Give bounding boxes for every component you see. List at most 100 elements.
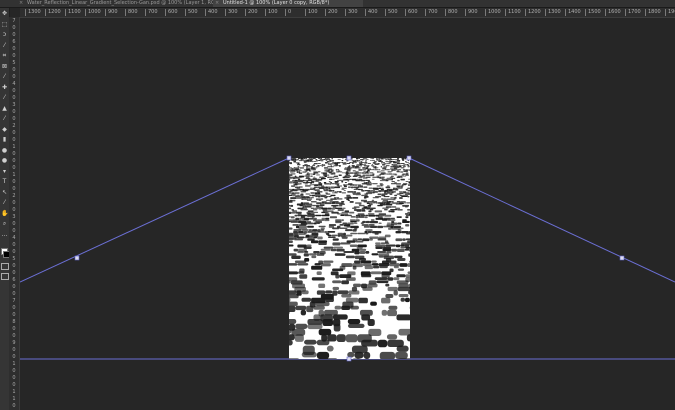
blur-tool-icon[interactable]: ● [1, 147, 8, 154]
texture-layer[interactable] [289, 158, 410, 359]
texture-cell [321, 172, 323, 174]
texture-cell [357, 185, 363, 187]
texture-cell [356, 192, 361, 194]
type-tool-icon[interactable]: T [1, 178, 8, 185]
texture-cell [372, 166, 375, 168]
texture-cell [396, 163, 401, 165]
texture-cell [294, 214, 298, 217]
texture-cell [406, 202, 410, 204]
clone-stamp-tool-icon[interactable]: ▲ [1, 105, 8, 112]
texture-cell [375, 217, 384, 220]
texture-cell [374, 169, 379, 171]
texture-cell [365, 176, 371, 178]
texture-cell [354, 184, 358, 186]
texture-cell [341, 160, 344, 162]
lasso-tool-icon[interactable]: ↄ [1, 31, 8, 38]
texture-cell [369, 208, 374, 211]
texture-cell [339, 171, 343, 173]
texture-cell [352, 161, 357, 162]
ruler-tick-label: 0 [12, 179, 16, 185]
texture-cell [378, 161, 382, 163]
texture-cell [298, 160, 303, 162]
texture-cell [363, 186, 368, 188]
texture-cell [377, 250, 387, 254]
texture-cell [407, 263, 410, 267]
texture-cell [346, 277, 356, 281]
eraser-tool-icon[interactable]: ◆ [1, 126, 8, 133]
texture-cell [400, 167, 405, 169]
texture-cell [396, 161, 401, 163]
vertical-ruler[interactable]: 7006005004003002001000100200300400500600… [9, 17, 20, 410]
texture-cell [289, 163, 293, 165]
texture-cell [358, 162, 361, 164]
eyedropper-tool-icon[interactable]: ⁄ [1, 73, 8, 80]
close-tab-icon[interactable]: × [19, 0, 23, 7]
quick-mask-icon[interactable] [1, 263, 9, 270]
texture-cell [386, 202, 390, 204]
texture-cell [405, 214, 410, 217]
texture-cell [361, 274, 372, 278]
texture-cell [404, 213, 409, 215]
texture-cell [381, 193, 388, 195]
history-brush-tool-icon[interactable]: ⁄ [1, 115, 8, 122]
texture-cell [364, 216, 368, 219]
path-selection-tool-icon[interactable]: ↖ [1, 189, 8, 196]
texture-cell [409, 260, 410, 263]
texture-cell [386, 169, 390, 171]
texture-cell [377, 158, 379, 159]
gradient-tool-icon[interactable]: ▮ [1, 136, 8, 143]
quick-selection-tool-icon[interactable]: ⁄ [1, 42, 8, 49]
texture-cell [391, 180, 395, 183]
ruler-tick-label: 100 [265, 9, 278, 16]
texture-cell [407, 208, 410, 211]
texture-cell [309, 217, 314, 220]
brush-tool-icon[interactable]: ⁄ [1, 94, 8, 101]
texture-cell [390, 192, 394, 194]
pen-tool-icon[interactable]: ▾ [1, 168, 8, 175]
document-tab-water-reflection[interactable]: × Water_Reflection_Linear_Gradient_Selec… [17, 0, 228, 7]
zoom-tool-icon[interactable]: ⌕ [1, 220, 8, 227]
texture-cell [333, 323, 341, 332]
texture-cell [390, 159, 393, 161]
texture-cell [342, 203, 345, 206]
texture-cell [365, 220, 370, 224]
texture-cell [329, 172, 333, 174]
texture-cell [329, 200, 333, 203]
frame-tool-icon[interactable]: ⊠ [1, 63, 8, 70]
line-tool-icon[interactable]: ⁄ [1, 199, 8, 206]
texture-cell [302, 204, 307, 207]
texture-cell [355, 240, 364, 243]
texture-cell [380, 242, 390, 245]
texture-cell [332, 169, 334, 171]
ruler-tick-label: 0 [12, 53, 16, 59]
move-tool-icon[interactable]: ✥ [1, 10, 8, 17]
hand-tool-icon[interactable]: ✋ [1, 210, 8, 217]
ruler-tick-label: 1100 [65, 9, 81, 16]
ruler-tick-label: 0 [12, 382, 16, 388]
texture-cell [300, 214, 308, 217]
more-tools-icon[interactable]: … [1, 231, 8, 238]
marquee-tool-icon[interactable]: ⬚ [1, 21, 8, 28]
texture-cell [355, 158, 359, 160]
texture-cell [337, 159, 341, 160]
horizontal-ruler[interactable]: 1300 1200 1100 1000 900 800 700 600 500 400 300 200… [20, 8, 675, 18]
texture-cell [348, 323, 365, 329]
healing-brush-tool-icon[interactable]: ✚ [1, 84, 8, 91]
texture-cell [364, 172, 367, 174]
crop-tool-icon[interactable]: ⌗ [1, 52, 8, 59]
texture-cell [380, 188, 384, 191]
texture-cell [290, 220, 299, 223]
close-tab-icon[interactable]: × [215, 0, 219, 7]
screen-mode-icon[interactable] [1, 273, 9, 280]
texture-cell [312, 158, 316, 160]
document-tab-untitled-1[interactable]: × Untitled-1 @ 100% (Layer 0 copy, RGB/8… [213, 0, 363, 7]
texture-cell [350, 216, 356, 218]
texture-cell [383, 202, 387, 204]
texture-cell [304, 160, 307, 162]
texture-cell [347, 318, 361, 325]
texture-cell [350, 186, 354, 189]
texture-cell [377, 225, 384, 229]
dodge-tool-icon[interactable]: ● [1, 157, 8, 164]
texture-cell [312, 173, 316, 175]
texture-cell [356, 178, 359, 180]
